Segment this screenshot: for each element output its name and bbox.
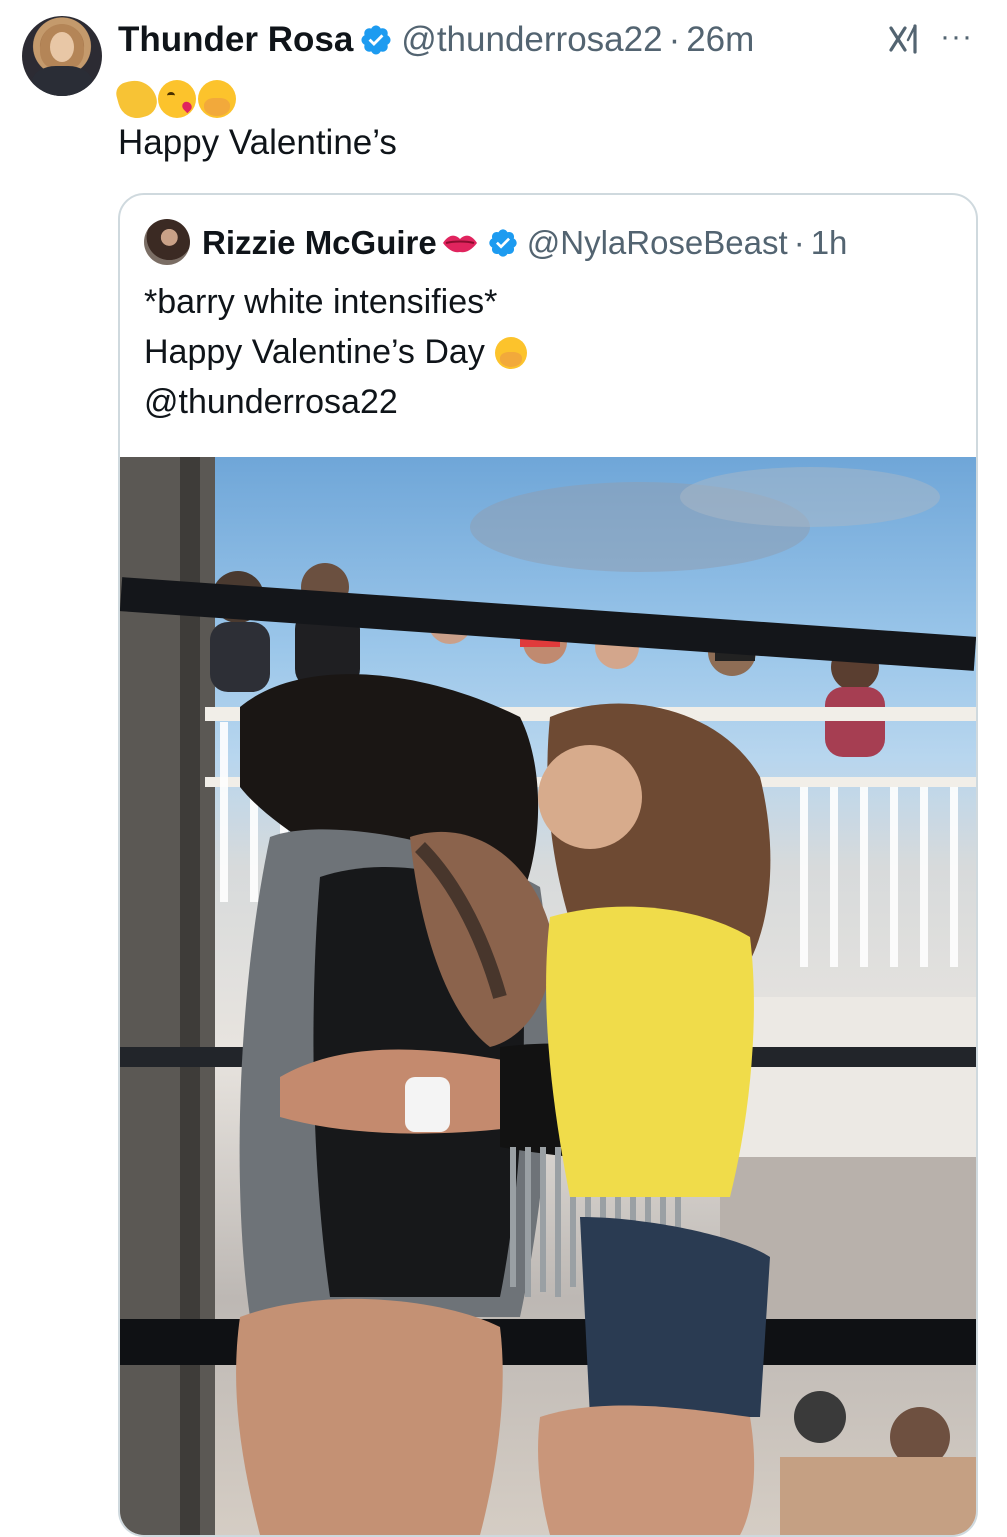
face-blowing-kiss-icon (158, 80, 196, 118)
mention-link[interactable]: @thunderrosa22 (144, 377, 527, 427)
tweet-text: Happy Valentine’s (118, 123, 397, 162)
grok-icon[interactable] (885, 20, 923, 58)
quoted-tweet-timestamp[interactable]: 1h (811, 224, 848, 262)
tweet-header: Thunder Rosa @thunderrosa22 · 26m (118, 18, 754, 62)
more-options-icon[interactable]: ··· (940, 22, 980, 52)
quoted-author-handle[interactable]: @NylaRoseBeast (527, 224, 788, 262)
author-avatar[interactable] (22, 16, 102, 96)
emoji-line (113, 75, 236, 123)
author-handle[interactable]: @thunderrosa22 (401, 20, 662, 60)
face-with-hand-over-mouth-icon (494, 337, 527, 369)
tweet[interactable]: Thunder Rosa @thunderrosa22 · 26m ··· Ha… (0, 0, 1007, 1537)
quoted-tweet[interactable]: Rizzie McGuire @NylaRoseBeast · 1h *barr… (118, 193, 978, 1537)
quoted-text-line: Happy Valentine’s Day (144, 327, 527, 377)
separator-dot: · (668, 20, 681, 59)
quoted-text-line-content: Happy Valentine’s Day (144, 333, 485, 371)
quoted-author-name[interactable]: Rizzie McGuire (202, 224, 437, 262)
quoted-tweet-header: Rizzie McGuire @NylaRoseBeast · 1h (202, 221, 847, 265)
verified-badge-icon (489, 229, 517, 257)
clapping-hands-icon (113, 75, 161, 123)
photo-illustration (120, 457, 976, 1535)
kiss-mark-lips-icon (442, 235, 477, 253)
quoted-tweet-text: *barry white intensifies* Happy Valentin… (144, 277, 527, 427)
separator-dot: · (793, 224, 805, 261)
quoted-author-avatar[interactable] (144, 219, 190, 265)
face-with-hand-over-mouth-icon (198, 80, 236, 118)
quoted-tweet-photo[interactable] (120, 457, 976, 1535)
quoted-text-line: *barry white intensifies* (144, 283, 498, 321)
verified-badge-icon (361, 25, 391, 55)
author-name[interactable]: Thunder Rosa (118, 20, 353, 60)
tweet-timestamp[interactable]: 26m (686, 20, 754, 60)
